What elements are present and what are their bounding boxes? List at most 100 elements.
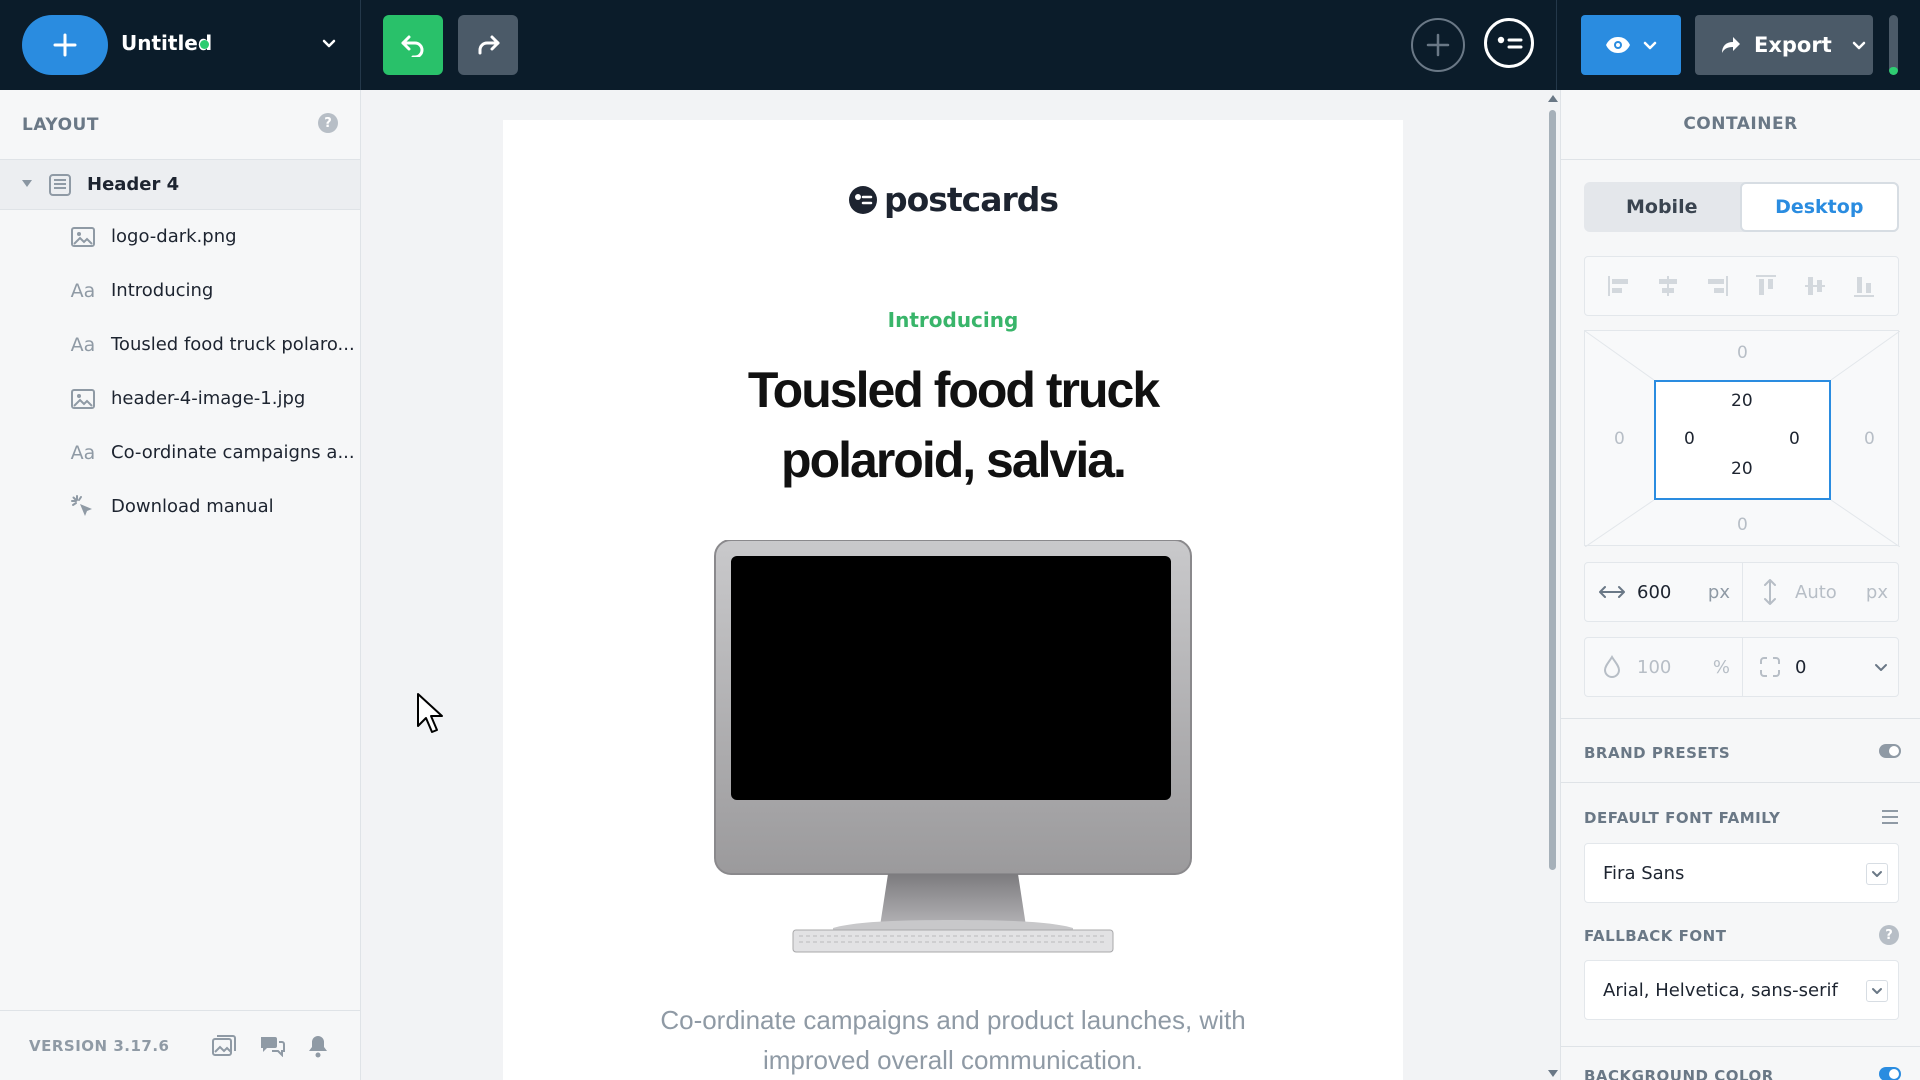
scroll-down-arrow[interactable]: [1548, 1070, 1558, 1077]
radius-value[interactable]: 0: [1795, 657, 1806, 678]
align-top-icon[interactable]: [1753, 273, 1779, 299]
layout-panel: LAYOUT ? Header 4 logo-dark.png Aa Introdu…: [0, 90, 361, 1080]
caret-down-icon[interactable]: [22, 180, 32, 187]
gallery-icon[interactable]: [211, 1033, 237, 1059]
height-value[interactable]: Auto: [1795, 582, 1837, 603]
postcards-logo-icon: [1497, 36, 1523, 49]
opacity-field[interactable]: 100 %: [1585, 638, 1742, 696]
opacity-radius-row: 100 % 0: [1584, 637, 1899, 697]
help-icon[interactable]: ?: [1879, 925, 1899, 945]
padding-top-value[interactable]: 20: [1731, 391, 1753, 411]
chevron-down-icon[interactable]: [1874, 660, 1888, 674]
layout-tree-item[interactable]: header-4-image-1.jpg: [0, 372, 360, 426]
desktop-tab[interactable]: Desktop: [1739, 182, 1899, 232]
undo-button[interactable]: [383, 15, 443, 75]
align-right-icon[interactable]: [1704, 273, 1730, 299]
mobile-tab[interactable]: Mobile: [1584, 182, 1740, 232]
default-font-value: Fira Sans: [1603, 863, 1685, 884]
fallback-font-value: Arial, Helvetica, sans-serif: [1603, 980, 1838, 1001]
margin-left-value[interactable]: 0: [1614, 429, 1625, 449]
brand-presets-label: BRAND PRESETS: [1584, 744, 1731, 762]
default-font-family-label: DEFAULT FONT FAMILY: [1584, 809, 1781, 827]
padding-left-value[interactable]: 0: [1684, 429, 1695, 449]
width-unit: px: [1707, 582, 1730, 603]
align-bottom-icon[interactable]: [1851, 273, 1877, 299]
device-toggle[interactable]: Mobile Desktop: [1584, 182, 1899, 232]
layout-tree-item-label: Introducing: [111, 280, 214, 301]
postcards-logo[interactable]: postcards: [503, 180, 1403, 219]
layout-tree-item[interactable]: Aa Tousled food truck polaro...: [0, 318, 360, 372]
image-icon: [70, 225, 96, 249]
margin-right-value[interactable]: 0: [1864, 429, 1875, 449]
width-field[interactable]: 600 px: [1585, 563, 1742, 621]
tree-section-label: Header 4: [87, 174, 180, 195]
layout-tree-item[interactable]: Download manual: [0, 480, 360, 534]
fallback-font-label: FALLBACK FONT: [1584, 927, 1727, 945]
margin-bottom-value[interactable]: 0: [1737, 515, 1748, 535]
chevron-down-icon: [1643, 41, 1657, 50]
save-status-indicator: [200, 40, 209, 49]
document-title[interactable]: Untitled: [121, 31, 212, 55]
document-menu: Untitled: [0, 0, 361, 90]
background-color-toggle[interactable]: [1879, 1067, 1901, 1080]
postcards-logo-icon: [848, 185, 877, 214]
brand-presets-toggle[interactable]: [1879, 744, 1901, 758]
account-button[interactable]: [1484, 18, 1534, 68]
export-progress-bar: [1889, 15, 1898, 75]
align-left-icon[interactable]: [1606, 273, 1632, 299]
container-panel-title: CONTAINER: [1561, 90, 1920, 160]
container-panel: CONTAINER Mobile Desktop 0 0 0 0 20 20 0…: [1560, 90, 1920, 1080]
chevron-down-icon[interactable]: [1866, 863, 1888, 885]
background-color-label: BACKGROUND COLOR: [1584, 1067, 1774, 1080]
plus-icon: [1426, 33, 1450, 57]
height-unit: px: [1865, 582, 1888, 603]
height-arrows-icon: [1757, 579, 1783, 605]
chevron-down-icon: [1852, 41, 1865, 50]
padding-right-value[interactable]: 0: [1789, 429, 1800, 449]
text-icon: Aa: [70, 442, 96, 464]
email-preview[interactable]: postcards Introducing Tousled food truck…: [503, 120, 1403, 1080]
help-icon[interactable]: ?: [318, 113, 338, 133]
padding-bottom-value[interactable]: 20: [1731, 459, 1753, 479]
image-icon: [70, 387, 96, 411]
add-element-button[interactable]: [1411, 18, 1465, 72]
hero-image[interactable]: [713, 539, 1193, 960]
layout-tree-item[interactable]: logo-dark.png: [0, 210, 360, 264]
scroll-up-arrow[interactable]: [1548, 95, 1558, 102]
share-arrow-icon: [1722, 37, 1740, 53]
topbar-divider: [1556, 0, 1557, 90]
email-canvas[interactable]: postcards Introducing Tousled food truck…: [361, 90, 1550, 1080]
radius-field[interactable]: 0: [1743, 638, 1900, 696]
dimensions-row: 600 px Auto px: [1584, 562, 1899, 622]
tree-section-header-4[interactable]: Header 4: [0, 160, 360, 210]
layout-panel-header: LAYOUT ?: [0, 90, 360, 160]
align-middle-icon[interactable]: [1802, 273, 1828, 299]
redo-icon: [478, 35, 500, 55]
chevron-down-icon[interactable]: [320, 34, 338, 52]
corner-radius-icon: [1757, 655, 1783, 679]
chat-icon[interactable]: [259, 1033, 285, 1059]
section-icon: [49, 174, 71, 196]
align-center-icon[interactable]: [1655, 273, 1681, 299]
height-field[interactable]: Auto px: [1743, 563, 1900, 621]
preview-button[interactable]: [1581, 15, 1681, 75]
body-text[interactable]: Co-ordinate campaigns and product launch…: [653, 1000, 1253, 1080]
layout-tree-item[interactable]: Aa Introducing: [0, 264, 360, 318]
export-button[interactable]: Export: [1695, 15, 1873, 75]
bell-icon[interactable]: [305, 1033, 331, 1059]
menu-icon[interactable]: [1881, 809, 1899, 825]
default-font-select[interactable]: Fira Sans: [1584, 843, 1899, 903]
opacity-value[interactable]: 100: [1637, 657, 1671, 678]
text-icon: Aa: [70, 280, 96, 302]
chevron-down-icon[interactable]: [1866, 980, 1888, 1002]
width-value[interactable]: 600: [1637, 582, 1671, 603]
alignment-toolbar: [1584, 256, 1899, 316]
redo-button[interactable]: [458, 15, 518, 75]
margin-top-value[interactable]: 0: [1737, 343, 1748, 363]
headline-text[interactable]: Tousled food truck polaroid, salvia.: [653, 355, 1253, 495]
intro-text[interactable]: Introducing: [503, 308, 1403, 332]
canvas-scrollbar[interactable]: [1549, 110, 1556, 870]
fallback-font-select[interactable]: Arial, Helvetica, sans-serif: [1584, 960, 1899, 1020]
add-button[interactable]: [22, 15, 108, 75]
layout-tree-item[interactable]: Aa Co-ordinate campaigns a...: [0, 426, 360, 480]
